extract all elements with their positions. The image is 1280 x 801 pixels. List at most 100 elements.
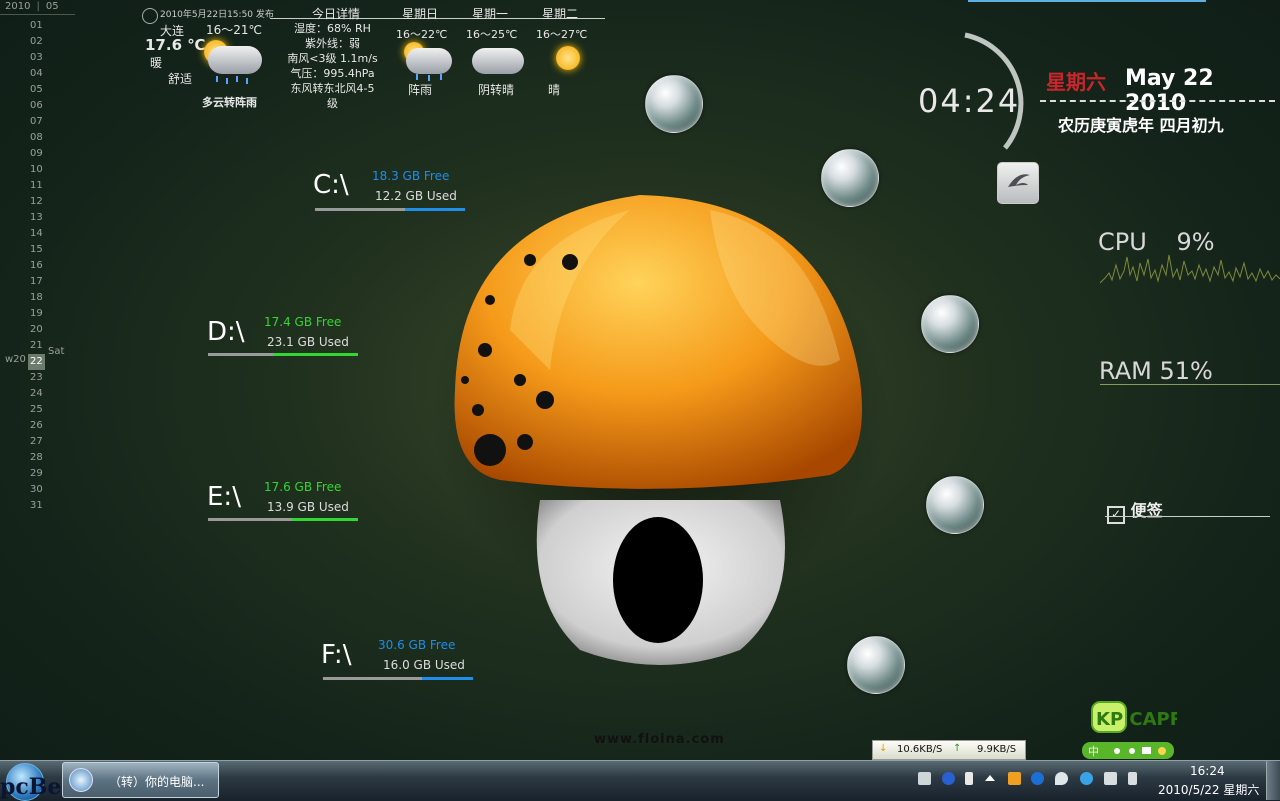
weather-widget[interactable]: 2010年5月22日15:50 发布 大连 17.6 ℃ 暖 舒适 16～21℃… bbox=[140, 4, 610, 114]
calendar-day[interactable]: 14 bbox=[30, 226, 45, 242]
calendar-day[interactable]: 19 bbox=[30, 306, 45, 322]
forecast-desc: 阵雨 bbox=[408, 83, 433, 97]
calendar-day[interactable]: 18 bbox=[30, 290, 45, 306]
calendar-divider bbox=[0, 14, 75, 15]
calendar-day[interactable]: 21 bbox=[30, 338, 45, 354]
calendar-day[interactable]: 11 bbox=[30, 178, 45, 194]
calendar-day[interactable]: 02 bbox=[30, 34, 45, 50]
notes-underline bbox=[1105, 516, 1270, 517]
weather-published: 2010年5月22日15:50 发布 bbox=[160, 10, 274, 20]
tray-options-icon[interactable] bbox=[965, 772, 973, 785]
volume-icon[interactable] bbox=[1128, 772, 1137, 785]
network-tray-icon[interactable] bbox=[1104, 772, 1117, 785]
weather-detail-line: 湿度：68% RH bbox=[294, 22, 371, 35]
drive-letter[interactable]: C:\ bbox=[313, 170, 349, 200]
clock-date: May 22 2010 bbox=[1125, 66, 1214, 116]
taskbar-window-button[interactable]: （转）你的电脑... bbox=[62, 762, 219, 798]
taskbar-clock-date[interactable]: 2010/5/22 星期六 bbox=[1158, 781, 1259, 798]
swallow-icon bbox=[1008, 174, 1030, 187]
download-arrow-icon: ↓ bbox=[879, 743, 888, 754]
bird-tray-icon[interactable] bbox=[1080, 772, 1093, 785]
weather-detail-line: 东风转东北风4-5 bbox=[290, 82, 375, 95]
security-tray-icon[interactable] bbox=[1008, 772, 1021, 785]
calendar-day[interactable]: 27 bbox=[30, 434, 45, 450]
weather-detail-line: 级 bbox=[327, 97, 338, 110]
drive-bar-fill bbox=[292, 518, 358, 521]
refresh-icon[interactable] bbox=[142, 8, 158, 24]
calendar-month: 05 bbox=[45, 1, 59, 12]
calendar-week-label: w20 bbox=[5, 354, 26, 365]
drive-letter[interactable]: F:\ bbox=[321, 640, 351, 670]
show-desktop-button[interactable] bbox=[1266, 761, 1280, 800]
rain-cloud-icon bbox=[198, 38, 268, 88]
weather-today-desc: 多云转阵雨 bbox=[202, 96, 257, 109]
weather-detail-line: 气压：995.4hPa bbox=[290, 67, 375, 80]
calendar-day[interactable]: 08 bbox=[30, 130, 45, 146]
kp-capricorn-logo[interactable]: KP CAPRICORN 中 bbox=[1082, 700, 1248, 760]
upload-arrow-icon: ↑ bbox=[953, 743, 962, 754]
show-hidden-icons-chevron-icon[interactable] bbox=[985, 775, 995, 781]
calendar-day[interactable]: 05 bbox=[30, 82, 45, 98]
top-accent-bar bbox=[968, 0, 1206, 2]
drive-bar-fill bbox=[273, 353, 358, 356]
weather-today-range: 16～21℃ bbox=[206, 23, 263, 37]
calendar-day[interactable]: 31 bbox=[30, 498, 45, 514]
drive-free: 17.4 GB Free bbox=[264, 315, 342, 329]
calendar-weekday-label: Sat bbox=[48, 346, 65, 357]
wallpaper-credit: www.floina.com bbox=[594, 732, 725, 747]
calendar-day[interactable]: 28 bbox=[30, 450, 45, 466]
calendar-day[interactable]: 10 bbox=[30, 162, 45, 178]
taskbar-clock-time[interactable]: 16:24 bbox=[1190, 764, 1225, 778]
ram-meter-label: RAM 51% bbox=[1099, 357, 1213, 385]
calendar-day[interactable]: 23 bbox=[30, 370, 45, 386]
calendar-day[interactable]: 09 bbox=[30, 146, 45, 162]
calendar-day[interactable]: 24 bbox=[30, 386, 45, 402]
help-icon[interactable] bbox=[942, 772, 955, 785]
calendar-day[interactable]: 03 bbox=[30, 50, 45, 66]
network-speed-meter[interactable]: ↓ 10.6KB/S ↑ 9.9KB/S bbox=[872, 740, 1026, 760]
bubble-launcher-3[interactable] bbox=[921, 295, 979, 353]
weather-detail-line: 南风<3级 1.1m/s bbox=[287, 52, 378, 65]
calendar-day[interactable]: 12 bbox=[30, 194, 45, 210]
weather-details-title: 今日详情 bbox=[312, 7, 361, 21]
forecast-desc: 阴转晴 bbox=[478, 83, 515, 97]
calendar-day[interactable]: 25 bbox=[30, 402, 45, 418]
calendar-days: 01 02 03 04 05 06 07 08 09 10 11 12 13 14 15 16 17 18 19 20… bbox=[28, 18, 45, 514]
calendar-day[interactable]: 06 bbox=[30, 98, 45, 114]
calendar-day[interactable]: 13 bbox=[30, 210, 45, 226]
notes-widget[interactable]: ✓ 便签 bbox=[1107, 497, 1163, 524]
cpu-graph bbox=[1100, 254, 1280, 284]
weather-detail-line: 紫外线：弱 bbox=[305, 37, 360, 50]
calendar-day[interactable]: 26 bbox=[30, 418, 45, 434]
app-tile-button[interactable] bbox=[997, 162, 1039, 204]
bubble-launcher-1[interactable] bbox=[645, 75, 703, 133]
calendar-day[interactable]: 04 bbox=[30, 66, 45, 82]
download-speed: 10.6KB/S bbox=[897, 744, 943, 755]
ram-label: RAM bbox=[1099, 357, 1152, 385]
window-app-icon bbox=[69, 768, 93, 792]
input-method-tray-icon[interactable] bbox=[1031, 772, 1044, 785]
cloud-icon bbox=[470, 42, 524, 78]
calendar-day[interactable]: 30 bbox=[30, 482, 45, 498]
forecast-desc: 晴 bbox=[548, 83, 561, 97]
drive-letter[interactable]: E:\ bbox=[207, 482, 241, 512]
calendar-strip: 20 10 | 05 01 02 03 04 05 06 07 08 09 10 11 12 13 14 15… bbox=[0, 0, 75, 520]
forecast-range: 16～22℃ bbox=[396, 28, 448, 41]
clock-divider bbox=[1040, 100, 1275, 102]
calendar-day[interactable]: 16 bbox=[30, 258, 45, 274]
keyboard-icon[interactable] bbox=[918, 772, 931, 785]
drive-letter[interactable]: D:\ bbox=[207, 317, 245, 347]
weather-details: 湿度：68% RH 紫外线：弱南风<3级 1.1m/s 气压：995.4hPa 东风转… bbox=[280, 21, 385, 111]
forecast-range: 16～27℃ bbox=[536, 28, 588, 41]
forecast-day: 星期日 bbox=[402, 7, 439, 21]
calendar-day[interactable]: 29 bbox=[30, 466, 45, 482]
calendar-day-today[interactable]: 22 bbox=[28, 354, 45, 370]
calendar-separator: | bbox=[36, 1, 40, 12]
calendar-day[interactable]: 20 bbox=[30, 322, 45, 338]
droplet-icon[interactable] bbox=[1055, 772, 1068, 785]
calendar-day[interactable]: 07 bbox=[30, 114, 45, 130]
bubble-launcher-4[interactable] bbox=[926, 476, 984, 534]
calendar-day[interactable]: 15 bbox=[30, 242, 45, 258]
calendar-day[interactable]: 17 bbox=[30, 274, 45, 290]
calendar-day[interactable]: 01 bbox=[30, 18, 45, 34]
